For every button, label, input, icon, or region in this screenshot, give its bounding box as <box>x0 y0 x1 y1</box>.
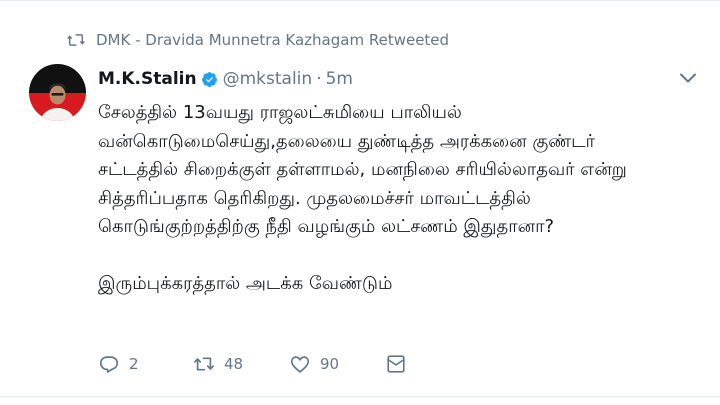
reply-button[interactable]: 2 <box>98 351 139 377</box>
separator-dot: · <box>316 69 322 89</box>
tweet-line: வன்கொடுமைசெய்து,தலையை துண்டித்த அரக்கனை … <box>98 130 595 152</box>
tweet-closing-line: இரும்புக்கரத்தால் அடக்க வேண்டும் <box>98 273 393 294</box>
heart-icon <box>290 356 310 373</box>
avatar[interactable] <box>29 64 86 121</box>
tweet-line: சித்தரிப்பதாக தெரிகிறது. முதலமைச்சர் மாவ… <box>98 187 531 209</box>
tweet-text: சேலத்தில் 13வயது ராஜலட்சுமியை பாலியல் வன… <box>98 99 698 299</box>
tweet-header: M.K.Stalin @mkstalin · 5m <box>98 66 353 92</box>
verified-badge-icon <box>201 71 217 87</box>
like-button[interactable]: 90 <box>289 351 339 377</box>
retweet-context: DMK - Dravida Munnetra Kazhagam Retweete… <box>66 28 449 52</box>
retweet-button[interactable]: 48 <box>193 351 243 377</box>
timestamp[interactable]: 5m <box>326 69 353 89</box>
reply-count: 2 <box>129 355 139 373</box>
retweet-icon <box>67 34 85 46</box>
direct-message-button[interactable] <box>385 351 407 377</box>
bottom-divider <box>0 396 720 397</box>
chevron-down-icon[interactable] <box>678 70 698 86</box>
display-name[interactable]: M.K.Stalin <box>98 69 197 89</box>
user-handle[interactable]: @mkstalin <box>223 69 313 89</box>
tweet-line: சட்டத்தில் சிறைக்குள் தள்ளாமல், மனநிலை ச… <box>98 159 627 180</box>
top-divider <box>0 0 720 1</box>
retweet-count: 48 <box>224 355 244 373</box>
tweet-line: கொடுங்குற்றத்திற்கு நீதி வழங்கும் லட்சணம… <box>98 216 555 237</box>
retweet-context-text[interactable]: DMK - Dravida Munnetra Kazhagam Retweete… <box>96 31 449 49</box>
retweet-icon <box>194 357 214 371</box>
tweet-line: சேலத்தில் 13வயது ராஜலட்சுமியை பாலியல் <box>98 102 462 123</box>
reply-icon <box>99 356 119 373</box>
envelope-icon <box>387 355 405 373</box>
like-count: 90 <box>320 355 340 373</box>
tweet-actions: 2 48 90 <box>98 351 438 377</box>
